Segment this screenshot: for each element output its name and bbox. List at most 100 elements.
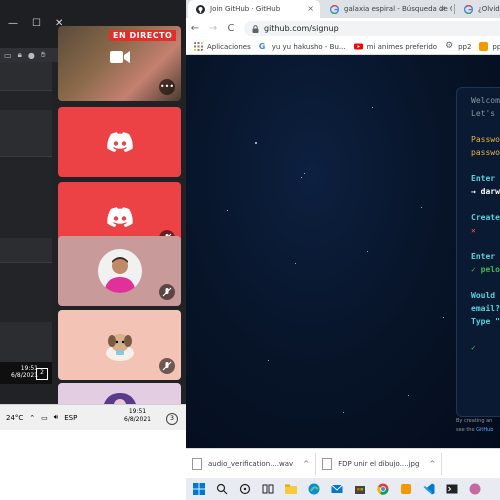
volume-icon[interactable]: 🔊︎ (54, 413, 58, 422)
task-view-icon[interactable] (235, 479, 255, 499)
legal-line: see the GitHub (456, 426, 493, 435)
taskbar-time: 19:51 (128, 408, 147, 415)
desktop: — ☐ ✕ ▭ 🔒︎ ● ✋︎ 19:51 6/8/2021 2 EN DIRE… (0, 0, 500, 500)
store-icon[interactable] (350, 479, 370, 499)
star (343, 412, 344, 413)
file-explorer-icon[interactable] (281, 479, 301, 499)
terminal-line: Type " (471, 317, 500, 326)
bookmark-animes[interactable]: mi animes preferido (353, 42, 438, 51)
terminal-line: Enter (471, 174, 496, 183)
forward-button[interactable]: → (204, 23, 222, 34)
browser-window: Join GitHub · GitHub × galaxia espiral -… (186, 0, 500, 500)
chevron-up-icon[interactable]: ⌃ (29, 414, 35, 422)
terminal-icon[interactable] (442, 479, 462, 499)
google-icon (330, 4, 339, 14)
star (301, 177, 302, 178)
terminal-line: Enter (471, 252, 496, 261)
inner-notification-icon[interactable]: 2 (36, 368, 48, 380)
mail-icon[interactable] (327, 479, 347, 499)
url-field[interactable]: github.com/signup (244, 21, 500, 36)
participant-tile[interactable] (58, 383, 181, 404)
terminal-line: Would (471, 291, 496, 300)
stream-tile[interactable]: EN DIRECTO ••• (58, 26, 181, 101)
temperature-label[interactable]: 24°C (6, 414, 23, 422)
tab-divider (454, 4, 455, 14)
maximize-icon[interactable]: ☐ (32, 18, 41, 32)
language-label[interactable]: ESP (64, 414, 77, 422)
tab-galaxia-espiral[interactable]: galaxia espiral - Búsqueda de Go × (322, 0, 452, 18)
chevron-up-icon[interactable]: ^ (429, 460, 435, 468)
hand-icon[interactable]: ✋︎ (41, 50, 46, 60)
download-item[interactable]: FDP unir el dibujo....jpg ^ (316, 452, 443, 475)
video-camera-icon (110, 51, 130, 63)
star (295, 263, 296, 264)
lock-icon[interactable]: 🔒︎ (18, 50, 22, 60)
close-tab-icon[interactable]: × (307, 4, 314, 13)
taskbar-clock[interactable]: 19:51 6/8/2021 (124, 408, 151, 424)
inner-clock-date: 6/8/2021 (11, 372, 38, 379)
back-button[interactable]: ← (186, 23, 204, 34)
search-icon[interactable] (212, 479, 232, 499)
github-signup-page: Welcom Let's Passwo passwo Enter → darw Create… (186, 55, 500, 448)
bookmark-pp3[interactable]: pp3 (479, 42, 500, 51)
participant-tile[interactable] (58, 310, 181, 380)
bookmark-aplicaciones[interactable]: Aplicaciones (194, 42, 251, 51)
participant-tile[interactable] (58, 107, 181, 177)
downloads-bar: audio_verification....wav ^ FDP unir el … (186, 448, 500, 478)
window-controls: — ☐ ✕ (0, 18, 63, 32)
bookmark-label: pp2 (458, 42, 472, 51)
live-badge: EN DIRECTO (109, 30, 177, 41)
signup-terminal[interactable]: Welcom Let's Passwo passwo Enter → darw Create… (456, 87, 500, 417)
terminal-line: ✓ (471, 343, 476, 352)
image-file-icon (322, 457, 333, 470)
minimize-icon[interactable]: — (8, 18, 18, 32)
vscode-icon[interactable] (419, 479, 439, 499)
avatar-app-icon[interactable] (465, 479, 485, 499)
windows-start-icon[interactable] (189, 479, 209, 499)
bookmark-pp2[interactable]: ⚙︎ pp2 (445, 42, 471, 51)
muted-mic-icon (159, 284, 175, 300)
url-text: github.com/signup (264, 24, 339, 33)
tab-olvidas[interactable]: ¿Olvidas (456, 0, 500, 18)
notification-center-icon[interactable]: 3 (166, 413, 178, 425)
chrome-icon[interactable] (373, 479, 393, 499)
bookmark-label: mi animes preferido (366, 42, 438, 51)
widgets-icon[interactable] (258, 479, 278, 499)
more-options-button[interactable]: ••• (159, 79, 175, 95)
bookmarks-bar: Aplicaciones G yu yu hakusho - Bu... mi … (186, 39, 500, 55)
download-item[interactable]: audio_verification....wav ^ (186, 452, 317, 475)
lock-icon[interactable] (252, 24, 259, 33)
content-row (0, 90, 52, 110)
tab-github-join[interactable]: Join GitHub · GitHub × (188, 0, 320, 18)
terminal-line: Passwo (471, 135, 500, 144)
user-avatar (97, 323, 142, 367)
terminal-line: → darw (471, 187, 500, 196)
user-avatar (97, 249, 142, 293)
terminal-line: Welcom (471, 96, 500, 105)
user-icon[interactable]: ● (28, 51, 35, 60)
chevron-up-icon[interactable]: ^ (303, 460, 309, 468)
close-tab-icon[interactable]: × (439, 4, 446, 13)
reload-button[interactable]: C (222, 23, 240, 34)
network-icon[interactable]: ▭ (41, 414, 48, 422)
address-bar: ← → C github.com/signup (186, 18, 500, 39)
left-app-toolbar: ▭ 🔒︎ ● ✋︎ (0, 48, 58, 62)
terminal-line: ✕ (471, 226, 476, 235)
terminal-line: passwo (471, 148, 500, 157)
edge-icon[interactable] (304, 479, 324, 499)
app-icon[interactable] (396, 479, 416, 499)
left-taskbar: 24°C ⌃ ▭ 🔊︎ ESP 19:51 6/8/2021 3 (0, 404, 186, 430)
download-filename: audio_verification....wav (208, 459, 294, 468)
participant-tile[interactable] (58, 236, 181, 306)
github-link[interactable]: GitHub (476, 427, 493, 433)
window-icon[interactable]: ▭ (4, 51, 12, 60)
star (421, 207, 422, 208)
tab-title: Join GitHub · GitHub (210, 5, 281, 13)
bookmark-yu-yu-hakusho[interactable]: G yu yu hakusho - Bu... (259, 42, 346, 51)
discord-logo-icon (106, 132, 133, 152)
left-app-window: — ☐ ✕ ▭ 🔒︎ ● ✋︎ 19:51 6/8/2021 2 EN DIRE… (0, 0, 186, 404)
